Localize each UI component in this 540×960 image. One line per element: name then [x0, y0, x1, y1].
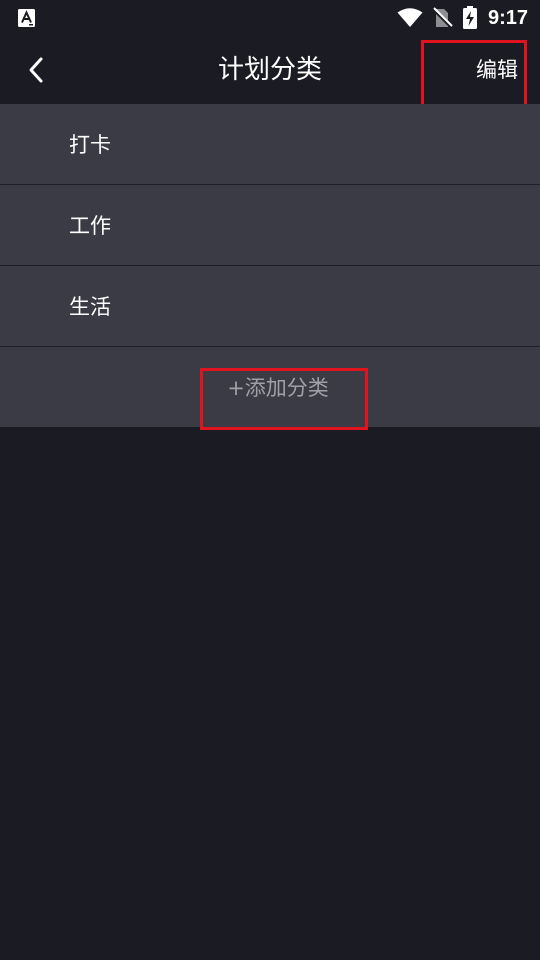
category-item-work[interactable]: 工作: [0, 185, 540, 266]
edit-button[interactable]: 编辑: [476, 36, 518, 104]
status-bar: 9:17: [0, 0, 540, 36]
category-label: 打卡: [69, 133, 111, 157]
add-category-button[interactable]: +添加分类: [0, 347, 540, 427]
category-label: 生活: [69, 295, 111, 319]
battery-charging-icon: [462, 6, 477, 29]
wifi-icon: [397, 8, 423, 27]
category-label: 工作: [69, 214, 111, 238]
app-notification-icon: [18, 9, 35, 27]
category-list: 打卡 工作 生活 +添加分类: [0, 104, 540, 427]
category-item-daka[interactable]: 打卡: [0, 104, 540, 185]
add-category-label: +添加分类: [227, 376, 329, 400]
status-time: 9:17: [487, 7, 528, 29]
category-item-life[interactable]: 生活: [0, 266, 540, 347]
page-title: 计划分类: [217, 55, 322, 85]
app-bar: 计划分类 编辑: [0, 36, 540, 104]
no-sim-icon: [431, 7, 453, 29]
